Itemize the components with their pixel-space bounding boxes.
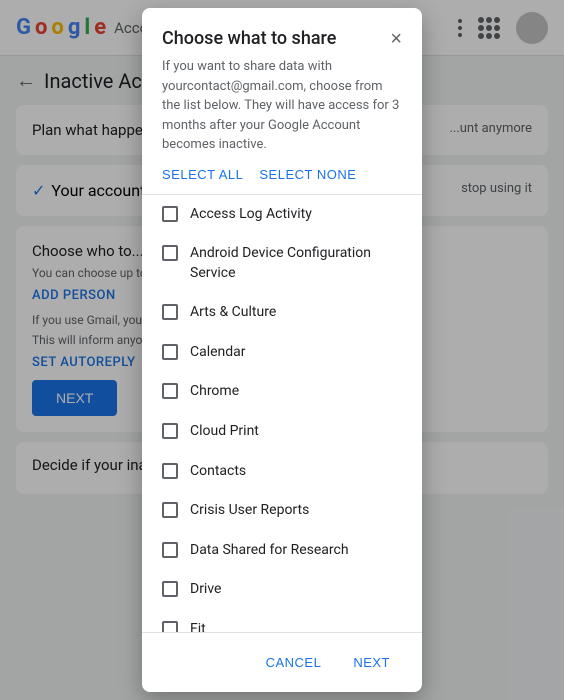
list-item[interactable]: Access Log Activity	[142, 195, 422, 235]
modal-header: Choose what to share ×	[142, 8, 422, 57]
cancel-button[interactable]: CANCEL	[254, 647, 334, 678]
list-item[interactable]: Data Shared for Research	[142, 531, 422, 571]
checkbox-label: Android Device Configuration Service	[190, 244, 402, 283]
modal-footer: CANCEL NEXT	[142, 632, 422, 692]
list-item[interactable]: Fit	[142, 610, 422, 632]
checkbox-box[interactable]	[162, 621, 178, 632]
list-item[interactable]: Contacts	[142, 452, 422, 492]
list-item[interactable]: Cloud Print	[142, 412, 422, 452]
checkbox-label: Contacts	[190, 462, 246, 482]
close-button[interactable]: ×	[390, 29, 402, 49]
modal-title: Choose what to share	[162, 28, 336, 49]
checkbox-box[interactable]	[162, 245, 178, 261]
checkbox-box[interactable]	[162, 304, 178, 320]
modal-dialog: Choose what to share × If you want to sh…	[142, 8, 422, 692]
select-all-button[interactable]: SELECT ALL	[162, 167, 243, 182]
checkbox-label: Data Shared for Research	[190, 541, 349, 561]
checkbox-box[interactable]	[162, 344, 178, 360]
checkbox-box[interactable]	[162, 542, 178, 558]
list-item[interactable]: Android Device Configuration Service	[142, 234, 422, 293]
list-item[interactable]: Arts & Culture	[142, 293, 422, 333]
list-item[interactable]: Crisis User Reports	[142, 491, 422, 531]
checkbox-label: Crisis User Reports	[190, 501, 309, 521]
modal-description: If you want to share data with yourconta…	[142, 57, 422, 167]
checkbox-box[interactable]	[162, 423, 178, 439]
select-none-button[interactable]: SELECT NONE	[259, 167, 356, 182]
checkbox-label: Cloud Print	[190, 422, 259, 442]
checkbox-label: Arts & Culture	[190, 303, 276, 323]
checkbox-box[interactable]	[162, 463, 178, 479]
checkbox-label: Chrome	[190, 382, 239, 402]
list-item[interactable]: Calendar	[142, 333, 422, 373]
list-item[interactable]: Drive	[142, 570, 422, 610]
checkbox-label: Drive	[190, 580, 221, 600]
checkbox-label: Calendar	[190, 343, 246, 363]
modal-overlay: Choose what to share × If you want to sh…	[0, 0, 564, 700]
checkbox-label: Access Log Activity	[190, 205, 312, 225]
modal-next-button[interactable]: NEXT	[341, 647, 402, 678]
list-item[interactable]: Chrome	[142, 372, 422, 412]
checkbox-box[interactable]	[162, 206, 178, 222]
checkbox-box[interactable]	[162, 502, 178, 518]
checkbox-list: Access Log Activity Android Device Confi…	[142, 195, 422, 633]
select-controls: SELECT ALL SELECT NONE	[142, 167, 422, 194]
checkbox-label: Fit	[190, 620, 206, 632]
checkbox-box[interactable]	[162, 581, 178, 597]
checkbox-box[interactable]	[162, 383, 178, 399]
